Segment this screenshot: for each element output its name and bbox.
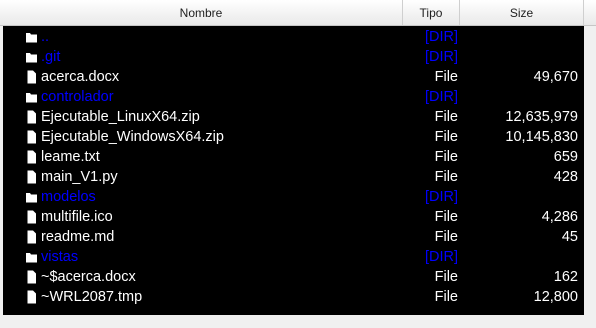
entry-name: acerca.docx <box>41 69 120 85</box>
folder-icon <box>25 250 38 264</box>
folder-icon <box>25 30 38 44</box>
folder-icon <box>25 90 38 104</box>
file-icon <box>25 170 38 184</box>
file-icon <box>25 150 38 164</box>
entry-type: File <box>434 69 458 85</box>
entry-type: [DIR] <box>424 189 458 205</box>
column-header-bar: Nombre Tipo Size <box>0 0 596 26</box>
column-header-size[interactable]: Size <box>460 0 584 25</box>
file-icon <box>25 110 38 124</box>
entry-size: 12,800 <box>533 289 578 305</box>
file-row[interactable]: main_V1.py File 428 <box>3 167 584 187</box>
entry-type: File <box>434 209 458 225</box>
entry-type: File <box>434 269 458 285</box>
file-row[interactable]: leame.txt File 659 <box>3 147 584 167</box>
entry-name: vistas <box>41 249 79 265</box>
file-row[interactable]: acerca.docx File 49,670 <box>3 67 584 87</box>
file-row[interactable]: ~WRL2087.tmp File 12,800 <box>3 287 584 307</box>
vertical-scrollbar[interactable] <box>584 26 596 315</box>
entry-name: readme.md <box>41 229 115 245</box>
entry-type: [DIR] <box>424 29 458 45</box>
column-header-type[interactable]: Tipo <box>403 0 460 25</box>
entry-size: 10,145,830 <box>505 129 578 145</box>
file-icon <box>25 210 38 224</box>
entry-name: .. <box>41 29 50 45</box>
entry-name: Ejecutable_WindowsX64.zip <box>41 129 224 145</box>
entry-size: 659 <box>553 149 578 165</box>
folder-row[interactable]: .git [DIR] <box>3 47 584 67</box>
column-header-name[interactable]: Nombre <box>0 0 403 25</box>
entry-name: leame.txt <box>41 149 100 165</box>
entry-size: 45 <box>561 229 578 245</box>
entry-name: controlador <box>41 89 114 105</box>
folder-row[interactable]: vistas [DIR] <box>3 247 584 267</box>
entry-type: File <box>434 229 458 245</box>
entry-type: File <box>434 289 458 305</box>
entry-name: .git <box>41 49 61 65</box>
file-icon <box>25 270 38 284</box>
file-icon <box>25 290 38 304</box>
folder-icon <box>25 190 38 204</box>
entry-name: Ejecutable_LinuxX64.zip <box>41 109 200 125</box>
entry-size: 162 <box>553 269 578 285</box>
file-list: .. [DIR] .git [DIR] acerca.docx File 49,670 con… <box>3 26 584 315</box>
entry-type: File <box>434 129 458 145</box>
horizontal-scrollbar[interactable] <box>0 315 596 328</box>
entry-name: modelos <box>41 189 96 205</box>
file-icon <box>25 230 38 244</box>
folder-row[interactable]: controlador [DIR] <box>3 87 584 107</box>
entry-type: [DIR] <box>424 49 458 65</box>
file-icon <box>25 70 38 84</box>
entry-type: File <box>434 169 458 185</box>
entry-name: ~WRL2087.tmp <box>41 289 143 305</box>
entry-size: 12,635,979 <box>505 109 578 125</box>
file-row[interactable]: Ejecutable_LinuxX64.zip File 12,635,979 <box>3 107 584 127</box>
entry-name: multifile.ico <box>41 209 113 225</box>
entry-name: ~$acerca.docx <box>41 269 136 285</box>
entry-type: File <box>434 109 458 125</box>
folder-row[interactable]: modelos [DIR] <box>3 187 584 207</box>
file-icon <box>25 130 38 144</box>
file-row[interactable]: multifile.ico File 4,286 <box>3 207 584 227</box>
folder-icon <box>25 50 38 64</box>
entry-type: [DIR] <box>424 249 458 265</box>
file-row[interactable]: Ejecutable_WindowsX64.zip File 10,145,830 <box>3 127 584 147</box>
file-row[interactable]: ~$acerca.docx File 162 <box>3 267 584 287</box>
entry-type: [DIR] <box>424 89 458 105</box>
entry-size: 49,670 <box>533 69 578 85</box>
entry-name: main_V1.py <box>41 169 118 185</box>
column-header-filler <box>584 0 596 25</box>
file-list-panel: Nombre Tipo Size .. [DIR] .git [DIR] acerca.… <box>0 0 596 328</box>
entry-type: File <box>434 149 458 165</box>
entry-size: 428 <box>553 169 578 185</box>
file-row[interactable]: readme.md File 45 <box>3 227 584 247</box>
entry-size: 4,286 <box>541 209 578 225</box>
folder-row[interactable]: .. [DIR] <box>3 27 584 47</box>
